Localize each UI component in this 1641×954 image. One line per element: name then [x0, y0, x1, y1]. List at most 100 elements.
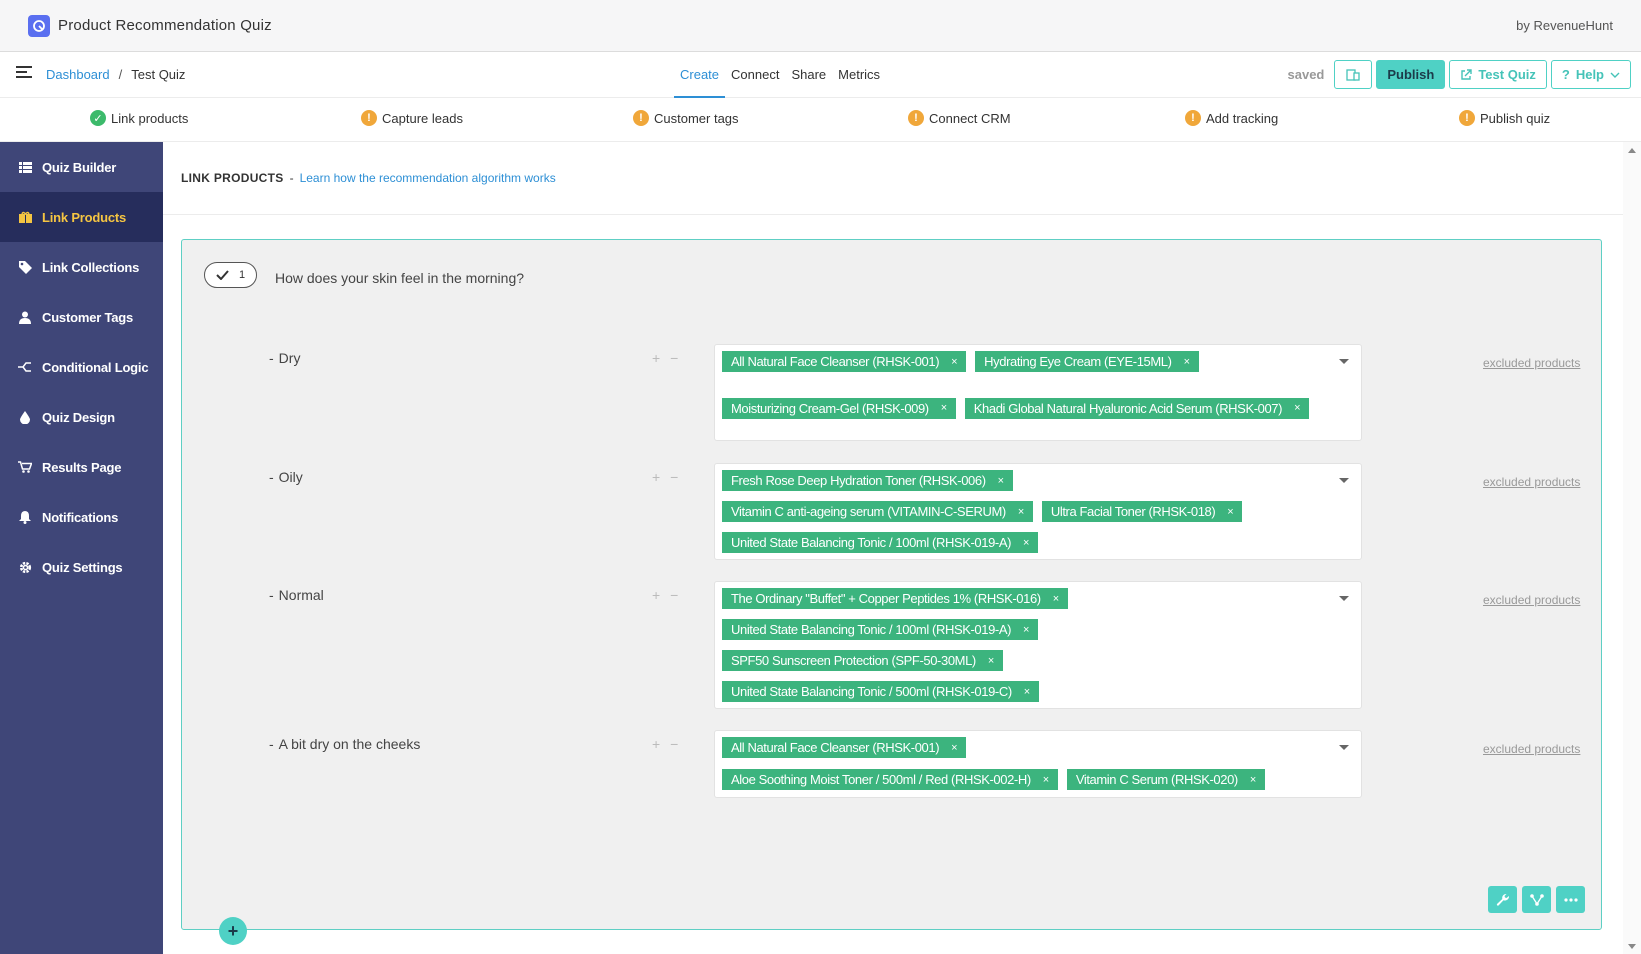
- sidebar-item-label: Conditional Logic: [42, 359, 149, 375]
- product-chip-label: Vitamin C anti-ageing serum (VITAMIN-C-S…: [731, 504, 1006, 519]
- remove-chip-icon[interactable]: ×: [1294, 402, 1300, 414]
- breadcrumb-dashboard-link[interactable]: Dashboard: [46, 67, 110, 82]
- tab-metrics[interactable]: Metrics: [832, 52, 886, 98]
- sidebar-item-link-collections[interactable]: Link Collections: [0, 242, 163, 292]
- tab-share[interactable]: Share: [785, 52, 832, 98]
- logic-tree-button[interactable]: [1522, 886, 1551, 913]
- remove-chip-icon[interactable]: ×: [951, 742, 957, 754]
- remove-chip-icon[interactable]: ×: [1184, 356, 1190, 368]
- excluded-products-link[interactable]: excluded products: [1483, 593, 1580, 607]
- product-chip-label: Moisturizing Cream-Gel (RHSK-009): [731, 400, 929, 416]
- answer-label: - Dry: [269, 350, 300, 366]
- sidebar-item-quiz-settings[interactable]: Quiz Settings: [0, 542, 163, 592]
- question-tools: [1488, 886, 1585, 913]
- step-link-products[interactable]: ✓ Link products: [90, 110, 188, 126]
- sidebar-item-quiz-builder[interactable]: Quiz Builder: [0, 142, 163, 192]
- remove-chip-icon[interactable]: ×: [988, 655, 994, 667]
- user-icon: [18, 310, 32, 324]
- sidebar-item-notifications[interactable]: Notifications: [0, 492, 163, 542]
- product-chip: All Natural Face Cleanser (RHSK-001) ×: [722, 351, 967, 372]
- tab-connect[interactable]: Connect: [725, 52, 785, 98]
- warning-circle-icon: !: [1185, 110, 1201, 126]
- add-question-button[interactable]: +: [219, 917, 247, 945]
- dropdown-caret-icon[interactable]: [1339, 596, 1349, 601]
- product-chip: Fresh Rose Deep Hydration Toner (RHSK-00…: [722, 470, 1013, 491]
- devices-icon: [1346, 68, 1361, 81]
- product-chip: Khadi Global Natural Hyaluronic Acid Ser…: [964, 397, 1310, 419]
- excluded-products-link[interactable]: excluded products: [1483, 356, 1580, 370]
- add-remove-controls[interactable]: + −: [652, 587, 681, 603]
- publish-button[interactable]: Publish: [1376, 60, 1446, 89]
- add-remove-controls[interactable]: + −: [652, 736, 681, 752]
- product-chip: United State Balancing Tonic / 500ml (RH…: [722, 681, 1039, 702]
- step-capture-leads[interactable]: ! Capture leads: [361, 110, 463, 126]
- step-label: Link products: [111, 110, 189, 126]
- product-select[interactable]: Fresh Rose Deep Hydration Toner (RHSK-00…: [714, 463, 1362, 560]
- excluded-products-link[interactable]: excluded products: [1483, 742, 1580, 756]
- sidebar-item-results-page[interactable]: Results Page: [0, 442, 163, 492]
- app-title: Product Recommendation Quiz: [58, 17, 272, 34]
- remove-chip-icon[interactable]: ×: [1227, 506, 1233, 518]
- excluded-products-link[interactable]: excluded products: [1483, 475, 1580, 489]
- remove-chip-icon[interactable]: ×: [1023, 537, 1029, 549]
- dropdown-caret-icon[interactable]: [1339, 478, 1349, 483]
- add-remove-controls[interactable]: + −: [652, 350, 681, 366]
- wrench-icon: [1496, 893, 1509, 906]
- step-connect-crm[interactable]: ! Connect CRM: [908, 110, 1011, 126]
- sidebar-item-quiz-design[interactable]: Quiz Design: [0, 392, 163, 442]
- tag-icon: [18, 260, 32, 274]
- dropdown-caret-icon[interactable]: [1339, 359, 1349, 364]
- answer-label: - Normal: [269, 587, 324, 603]
- product-chip-label: Vitamin C Serum (RHSK-020): [1075, 772, 1238, 787]
- remove-chip-icon[interactable]: ×: [998, 475, 1004, 487]
- learn-algorithm-link[interactable]: Learn how the recommendation algorithm w…: [300, 171, 556, 185]
- sidebar-item-label: Quiz Builder: [42, 159, 117, 175]
- menu-toggle-icon[interactable]: [16, 66, 32, 82]
- test-quiz-button[interactable]: Test Quiz: [1449, 60, 1547, 89]
- step-publish-quiz[interactable]: ! Publish quiz: [1459, 110, 1550, 126]
- ellipsis-icon: [1563, 897, 1578, 902]
- remove-chip-icon[interactable]: ×: [1023, 624, 1029, 636]
- more-options-button[interactable]: [1556, 886, 1585, 913]
- remove-chip-icon[interactable]: ×: [1250, 774, 1256, 786]
- answer-bullet: -: [269, 469, 274, 485]
- remove-chip-icon[interactable]: ×: [1024, 686, 1030, 698]
- scroll-down-arrow-icon[interactable]: [1628, 944, 1636, 949]
- tab-create[interactable]: Create: [674, 52, 726, 98]
- product-select[interactable]: All Natural Face Cleanser (RHSK-001) × Hy…: [714, 344, 1362, 441]
- help-button[interactable]: ? Help: [1550, 60, 1631, 89]
- wrench-button[interactable]: [1488, 886, 1517, 913]
- breadcrumb-separator: /: [118, 67, 123, 82]
- sidebar-item-link-products[interactable]: Link Products: [0, 192, 163, 242]
- product-select[interactable]: The Ordinary "Buffet" + Copper Peptides …: [714, 581, 1362, 709]
- vertical-scrollbar[interactable]: [1623, 142, 1641, 954]
- breadcrumb-current: Test Quiz: [131, 67, 186, 82]
- remove-chip-icon[interactable]: ×: [1018, 506, 1024, 518]
- answer-label-text: Normal: [278, 587, 324, 603]
- question-number-badge[interactable]: 1: [204, 262, 257, 288]
- chevron-down-icon: [1610, 72, 1620, 78]
- device-preview-button[interactable]: [1334, 60, 1373, 89]
- remove-chip-icon[interactable]: ×: [951, 356, 957, 368]
- sidebar-item-customer-tags[interactable]: Customer Tags: [0, 292, 163, 342]
- header-actions: saved Publish Test Quiz ? Help: [1288, 60, 1631, 89]
- step-customer-tags[interactable]: ! Customer tags: [633, 110, 739, 126]
- scroll-up-arrow-icon[interactable]: [1628, 148, 1636, 153]
- sidebar-item-conditional-logic[interactable]: Conditional Logic: [0, 342, 163, 392]
- product-chip-label: United State Balancing Tonic / 100ml (RH…: [731, 535, 1012, 550]
- remove-chip-icon[interactable]: ×: [1053, 593, 1059, 605]
- product-select[interactable]: All Natural Face Cleanser (RHSK-001) × Al…: [714, 730, 1362, 798]
- warning-circle-icon: !: [1459, 110, 1475, 126]
- branch-icon: [18, 360, 32, 374]
- question-icon: ?: [1561, 67, 1570, 82]
- dropdown-caret-icon[interactable]: [1339, 745, 1349, 750]
- step-label: Customer tags: [654, 110, 739, 126]
- answer-bullet: -: [269, 736, 274, 752]
- product-chip-label: United State Balancing Tonic / 500ml (RH…: [731, 684, 1012, 699]
- remove-chip-icon[interactable]: ×: [1043, 774, 1049, 786]
- check-circle-icon: ✓: [90, 110, 106, 126]
- add-remove-controls[interactable]: + −: [652, 469, 681, 485]
- question-card: 1 How does your skin feel in the morning…: [181, 239, 1602, 930]
- step-add-tracking[interactable]: ! Add tracking: [1185, 110, 1278, 126]
- remove-chip-icon[interactable]: ×: [941, 402, 947, 414]
